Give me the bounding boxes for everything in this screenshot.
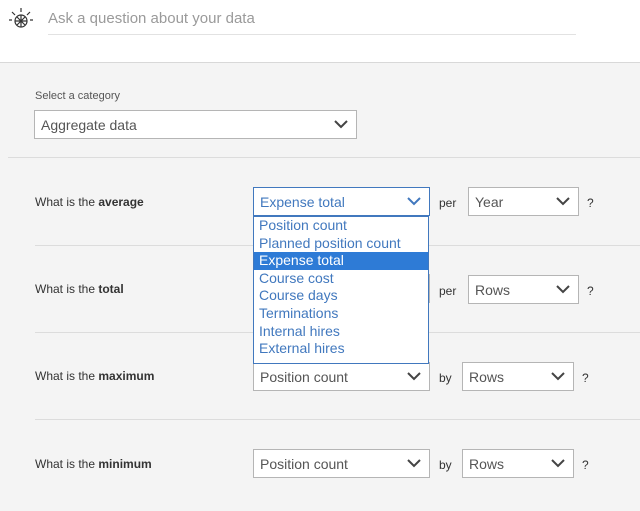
connector-per: per <box>439 284 457 298</box>
dropdown-option[interactable]: Terminations <box>254 305 428 323</box>
dropdown-option[interactable]: Planned position count <box>254 235 428 253</box>
category-label: Select a category <box>35 90 120 102</box>
dropdown-option-selected[interactable]: Expense total <box>254 252 428 270</box>
dropdown-option[interactable]: Course cost <box>254 270 428 288</box>
category-select[interactable]: Aggregate data <box>34 110 357 139</box>
divider <box>8 157 640 158</box>
question-mark: ? <box>582 371 589 385</box>
watson-logo-icon <box>9 8 33 28</box>
metric-average: average <box>98 195 144 209</box>
search-input[interactable]: Ask a question about your data <box>48 8 576 35</box>
measure-select-minimum[interactable]: Position count <box>253 449 430 478</box>
metric-total: total <box>98 282 124 296</box>
chevron-down-icon <box>407 197 421 206</box>
group-select-maximum[interactable]: Rows <box>462 362 574 391</box>
category-value: Aggregate data <box>41 117 137 133</box>
group-select-minimum[interactable]: Rows <box>462 449 574 478</box>
header: Ask a question about your data <box>0 0 640 63</box>
group-select-average[interactable]: Year <box>468 187 579 216</box>
chevron-down-icon <box>407 459 421 468</box>
chevron-down-icon <box>334 120 348 129</box>
dropdown-option[interactable]: Course days <box>254 287 428 305</box>
measure-dropdown-list: Position count Planned position count Ex… <box>253 216 429 364</box>
measure-select-average[interactable]: Expense total <box>253 187 430 216</box>
question-maximum: What is the maximum <box>35 369 155 383</box>
metric-maximum: maximum <box>98 369 155 383</box>
group-select-total[interactable]: Rows <box>468 275 579 304</box>
query-panel: Select a category Aggregate data What is… <box>0 63 640 511</box>
metric-minimum: minimum <box>98 457 152 471</box>
dropdown-option[interactable]: External hires <box>254 340 428 358</box>
connector-by: by <box>439 371 452 385</box>
measure-select-maximum[interactable]: Position count <box>253 362 430 391</box>
divider <box>35 419 640 420</box>
question-average: What is the average <box>35 195 144 209</box>
chevron-down-icon <box>556 285 570 294</box>
chevron-down-icon <box>551 372 565 381</box>
connector-by: by <box>439 458 452 472</box>
chevron-down-icon <box>551 459 565 468</box>
dropdown-option[interactable]: Position count <box>254 217 428 235</box>
chevron-down-icon <box>407 372 421 381</box>
question-mark: ? <box>582 458 589 472</box>
question-minimum: What is the minimum <box>35 457 152 471</box>
question-total: What is the total <box>35 282 124 296</box>
dropdown-option[interactable]: Internal hires <box>254 323 428 341</box>
chevron-down-icon <box>556 197 570 206</box>
question-mark: ? <box>587 196 594 210</box>
connector-per: per <box>439 196 457 210</box>
question-mark: ? <box>587 284 594 298</box>
